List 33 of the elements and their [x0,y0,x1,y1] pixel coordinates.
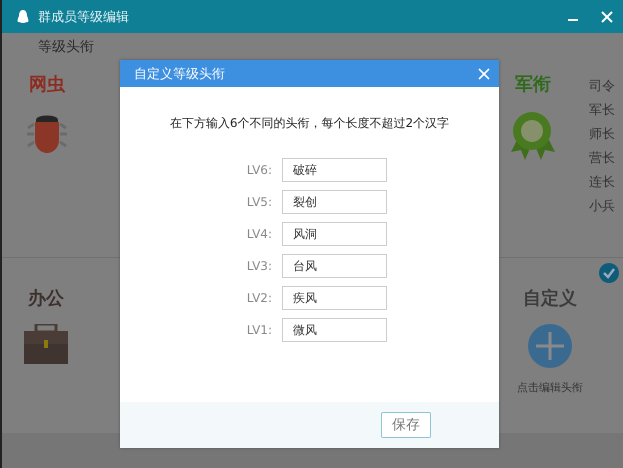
rank-label: 小兵 [589,198,615,216]
section-title: 军衔 [515,73,551,96]
section-title: 办公 [28,287,64,310]
field-label: LV6: [246,163,272,177]
briefcase-icon [24,324,68,364]
field-label: LV3: [246,259,272,273]
field-label: LV5: [246,195,272,209]
rank-label: 军长 [589,102,615,120]
penguin-icon [16,8,30,24]
input-field[interactable]: 疾风 [282,286,387,310]
close-icon [601,10,613,22]
page-title: 等级头衔 [38,38,94,56]
dialog-title: 自定义等级头衔 [134,66,225,82]
rank-label: 司令 [589,78,615,96]
window-title: 群成员等级编辑 [38,8,129,26]
instruction-text: 在下方输入6个不同的头衔，每个长度不超过2个汉字 [170,115,450,132]
rank-label: 师长 [589,126,615,144]
field-label: LV2: [246,291,272,305]
section-title: 自定义 [523,287,577,310]
input-field[interactable]: 风洞 [282,222,387,246]
save-button[interactable]: 保存 [381,412,431,438]
rank-label: 连长 [589,174,615,192]
field-label: LV1: [246,323,272,337]
input-field[interactable]: 微风 [282,318,387,342]
close-icon [478,68,490,80]
input-field[interactable]: 台风 [282,254,387,278]
input-field[interactable]: 破碎 [282,158,387,182]
rank-label: 营长 [589,150,615,168]
minimize-icon [568,18,578,20]
input-field[interactable]: 裂创 [282,190,387,214]
field-label: LV4: [246,227,272,241]
section-title: 网虫 [29,73,65,96]
ribbon-icon [511,110,555,162]
